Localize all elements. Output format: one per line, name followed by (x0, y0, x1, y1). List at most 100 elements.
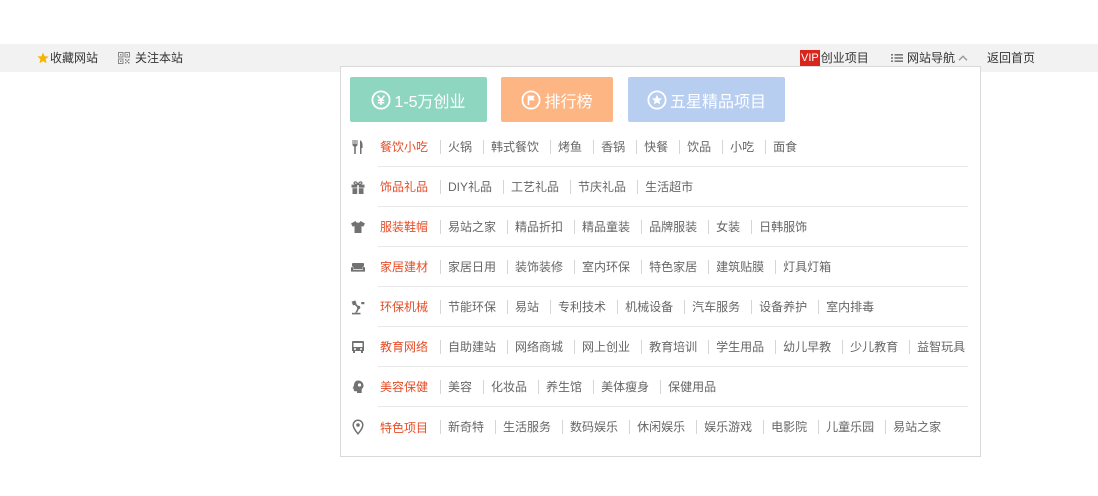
gift-icon (350, 179, 366, 195)
subcategory-link[interactable]: 机械设备 (617, 299, 684, 314)
subcategory-link[interactable]: 设备养护 (751, 299, 818, 314)
face-icon (350, 379, 366, 395)
subcategory-link[interactable]: 易站之家 (885, 420, 941, 434)
subcategory-link[interactable]: 灯具灯箱 (775, 259, 831, 274)
subcategory-link[interactable]: 生活服务 (495, 420, 562, 434)
subcategory-link[interactable]: 特色家居 (641, 259, 708, 274)
category-link[interactable]: 环保机械 (380, 298, 428, 315)
quick-link-label: 1-5万创业 (394, 93, 466, 111)
subcategory-link[interactable]: 专利技术 (550, 299, 617, 314)
subcategory-link[interactable]: 电影院 (763, 420, 818, 434)
subcategory-link[interactable]: 养生馆 (538, 379, 593, 394)
subcategory-link[interactable]: 儿童乐园 (818, 420, 885, 434)
subcategory-link[interactable]: 饮品 (679, 139, 722, 154)
subcategory-link[interactable]: 建筑贴膜 (708, 259, 775, 274)
subcategory-link[interactable]: 精品折扣 (507, 219, 574, 234)
category-row-body: 饰品礼品 DIY礼品 工艺礼品 节庆礼品 生活超市 (378, 167, 968, 207)
category-row-apparel: 服装鞋帽 易站之家 精品折扣 精品童装 品牌服装 女装 日韩服饰 (341, 207, 980, 247)
subcategory-link[interactable]: 面食 (765, 139, 797, 154)
category-link[interactable]: 服装鞋帽 (380, 218, 428, 235)
subcategory-link[interactable]: 节能环保 (440, 299, 507, 314)
quick-link-five-star-projects[interactable]: 五星精品项目 (628, 77, 785, 122)
category-link[interactable]: 美容保健 (380, 378, 428, 395)
category-link[interactable]: 教育网络 (380, 338, 428, 355)
category-row-body: 教育网络 自助建站 网络商城 网上创业 教育培训 学生用品 幼儿早教 少儿教育 … (378, 327, 968, 367)
subcategory-link[interactable]: 韩式餐饮 (483, 139, 550, 154)
utensils-icon (350, 139, 366, 155)
subcategory-link[interactable]: 益智玩具 (909, 339, 965, 354)
subcategory-link[interactable]: 日韩服饰 (751, 219, 807, 234)
subcategory-link[interactable]: 新奇特 (440, 420, 495, 434)
quick-link-small-budget-startup[interactable]: 1-5万创业 (350, 77, 487, 122)
chevron-up-icon (958, 55, 968, 61)
favorite-site-link[interactable]: 收藏网站 (37, 44, 98, 72)
yen-circle-icon (371, 89, 391, 110)
subcategory-link[interactable]: 装饰装修 (507, 259, 574, 274)
category-row-body: 餐饮小吃 火锅 韩式餐饮 烤鱼 香锅 快餐 饮品 小吃 面食 (378, 127, 968, 167)
subcategory-link[interactable]: 小吃 (722, 139, 765, 154)
quick-links: 1-5万创业 排行榜 五星精品项目 (350, 77, 785, 122)
subcategory-link[interactable]: 幼儿早教 (775, 339, 842, 354)
subcategory-link[interactable]: 自助建站 (440, 339, 507, 354)
list-icon (891, 52, 903, 64)
category-link[interactable]: 餐饮小吃 (380, 138, 428, 155)
subcategory-link[interactable]: 快餐 (636, 139, 679, 154)
quick-link-ranking[interactable]: 排行榜 (501, 77, 613, 122)
category-row-catering: 餐饮小吃 火锅 韩式餐饮 烤鱼 香锅 快餐 饮品 小吃 面食 (341, 127, 980, 167)
subcategory-link[interactable]: 品牌服装 (641, 219, 708, 234)
category-row-body: 环保机械 节能环保 易站 专利技术 机械设备 汽车服务 设备养护 室内排毒 (378, 287, 968, 327)
subcategory-link[interactable]: DIY礼品 (440, 179, 503, 194)
category-row-beauty-health: 美容保健 美容 化妆品 养生馆 美体瘦身 保健用品 (341, 367, 980, 407)
subcategory-link[interactable]: 网络商城 (507, 339, 574, 354)
subcategory-link[interactable]: 保健用品 (660, 379, 716, 394)
subcategory-link[interactable]: 易站 (507, 299, 550, 314)
subcategory-link[interactable]: 美容 (440, 379, 483, 394)
subcategory-link[interactable]: 生活超市 (637, 179, 693, 194)
subcategory-link[interactable]: 香锅 (593, 139, 636, 154)
vip-badge: VIP (800, 50, 820, 66)
subcategory-link[interactable]: 精品童装 (574, 219, 641, 234)
subcategory-link[interactable]: 娱乐游戏 (696, 420, 763, 434)
category-link[interactable]: 饰品礼品 (380, 178, 428, 195)
category-row-body: 服装鞋帽 易站之家 精品折扣 精品童装 品牌服装 女装 日韩服饰 (378, 207, 968, 247)
subcategory-link[interactable]: 家居日用 (440, 259, 507, 274)
subcategory-link[interactable]: 烤鱼 (550, 139, 593, 154)
subcategory-link[interactable]: 火锅 (440, 139, 483, 154)
star-icon (37, 52, 49, 64)
subcategory-link[interactable]: 工艺礼品 (503, 179, 570, 194)
tshirt-icon (350, 219, 366, 235)
subcategory-link[interactable]: 教育培训 (641, 339, 708, 354)
sofa-icon (350, 259, 366, 275)
category-link[interactable]: 家居建材 (380, 258, 428, 275)
category-row-gifts: 饰品礼品 DIY礼品 工艺礼品 节庆礼品 生活超市 (341, 167, 980, 207)
follow-site-link[interactable]: 关注本站 (118, 44, 183, 72)
flag-circle-icon (521, 89, 541, 110)
subcategory-link[interactable]: 数码娱乐 (562, 420, 629, 434)
subcategory-link[interactable]: 易站之家 (440, 219, 507, 234)
subcategory-link[interactable]: 节庆礼品 (570, 179, 637, 194)
subcategory-link[interactable]: 少儿教育 (842, 339, 909, 354)
subcategory-link[interactable]: 化妆品 (483, 379, 538, 394)
category-list: 餐饮小吃 火锅 韩式餐饮 烤鱼 香锅 快餐 饮品 小吃 面食 饰品礼品 DIY礼… (341, 127, 980, 447)
category-row-body: 家居建材 家居日用 装饰装修 室内环保 特色家居 建筑贴膜 灯具灯箱 (378, 247, 968, 287)
quick-link-label: 排行榜 (544, 93, 593, 111)
subcategory-link[interactable]: 室内环保 (574, 259, 641, 274)
category-link[interactable]: 特色项目 (380, 419, 428, 436)
machine-icon (350, 299, 366, 315)
subcategory-link[interactable]: 休闲娱乐 (629, 420, 696, 434)
category-row-education-network: 教育网络 自助建站 网络商城 网上创业 教育培训 学生用品 幼儿早教 少儿教育 … (341, 327, 980, 367)
category-row-body: 美容保健 美容 化妆品 养生馆 美体瘦身 保健用品 (378, 367, 968, 407)
subcategory-link[interactable]: 网上创业 (574, 339, 641, 354)
category-row-home-building: 家居建材 家居日用 装饰装修 室内环保 特色家居 建筑贴膜 灯具灯箱 (341, 247, 980, 287)
subcategory-link[interactable]: 美体瘦身 (593, 379, 660, 394)
back-home-link[interactable]: 返回首页 (987, 44, 1035, 72)
subcategory-link[interactable]: 室内排毒 (818, 299, 874, 314)
quick-link-label: 五星精品项目 (669, 93, 766, 111)
location-pin-icon (350, 419, 366, 435)
subcategory-link[interactable]: 汽车服务 (684, 299, 751, 314)
category-row-body: 特色项目 新奇特 生活服务 数码娱乐 休闲娱乐 娱乐游戏 电影院 儿童乐园 易站… (378, 407, 968, 447)
bus-icon (350, 339, 366, 355)
star-circle-icon (647, 89, 667, 110)
subcategory-link[interactable]: 女装 (708, 219, 751, 234)
subcategory-link[interactable]: 学生用品 (708, 339, 775, 354)
